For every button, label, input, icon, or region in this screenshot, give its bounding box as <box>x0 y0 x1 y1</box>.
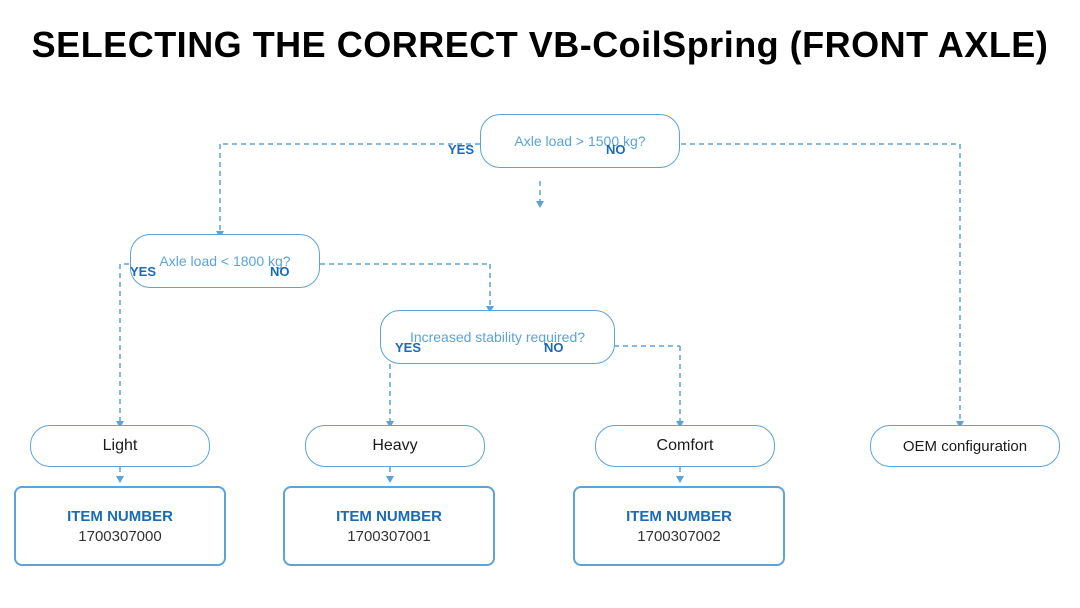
decision1-no-label: NO <box>606 142 626 157</box>
decision-box-2: Axle load < 1800 kg? <box>130 234 320 288</box>
item-box-1: ITEM NUMBER 1700307000 <box>14 486 226 566</box>
page-container: SELECTING THE CORRECT VB-CoilSpring (FRO… <box>0 0 1080 596</box>
page-title: SELECTING THE CORRECT VB-CoilSpring (FRO… <box>0 0 1080 76</box>
item2-number: 1700307001 <box>347 528 430 545</box>
decision2-no-label: NO <box>270 264 290 279</box>
item1-label: ITEM NUMBER <box>67 508 173 526</box>
result-box-light: Light <box>30 425 210 467</box>
decision-box-1: Axle load > 1500 kg? <box>480 114 680 168</box>
item1-number: 1700307000 <box>78 528 161 545</box>
item3-number: 1700307002 <box>637 528 720 545</box>
diagram-area: Axle load > 1500 kg? YES NO Axle load < … <box>0 86 1080 596</box>
decision3-yes-label: YES <box>395 340 421 355</box>
item-box-3: ITEM NUMBER 1700307002 <box>573 486 785 566</box>
result-box-oem: OEM configuration <box>870 425 1060 467</box>
decision-box-3: Increased stability required? <box>380 310 615 364</box>
item3-label: ITEM NUMBER <box>626 508 732 526</box>
decision2-yes-label: YES <box>130 264 156 279</box>
item2-label: ITEM NUMBER <box>336 508 442 526</box>
decision3-no-label: NO <box>544 340 564 355</box>
result-box-comfort: Comfort <box>595 425 775 467</box>
result-box-heavy: Heavy <box>305 425 485 467</box>
decision1-yes-label: YES <box>448 142 474 157</box>
item-box-2: ITEM NUMBER 1700307001 <box>283 486 495 566</box>
